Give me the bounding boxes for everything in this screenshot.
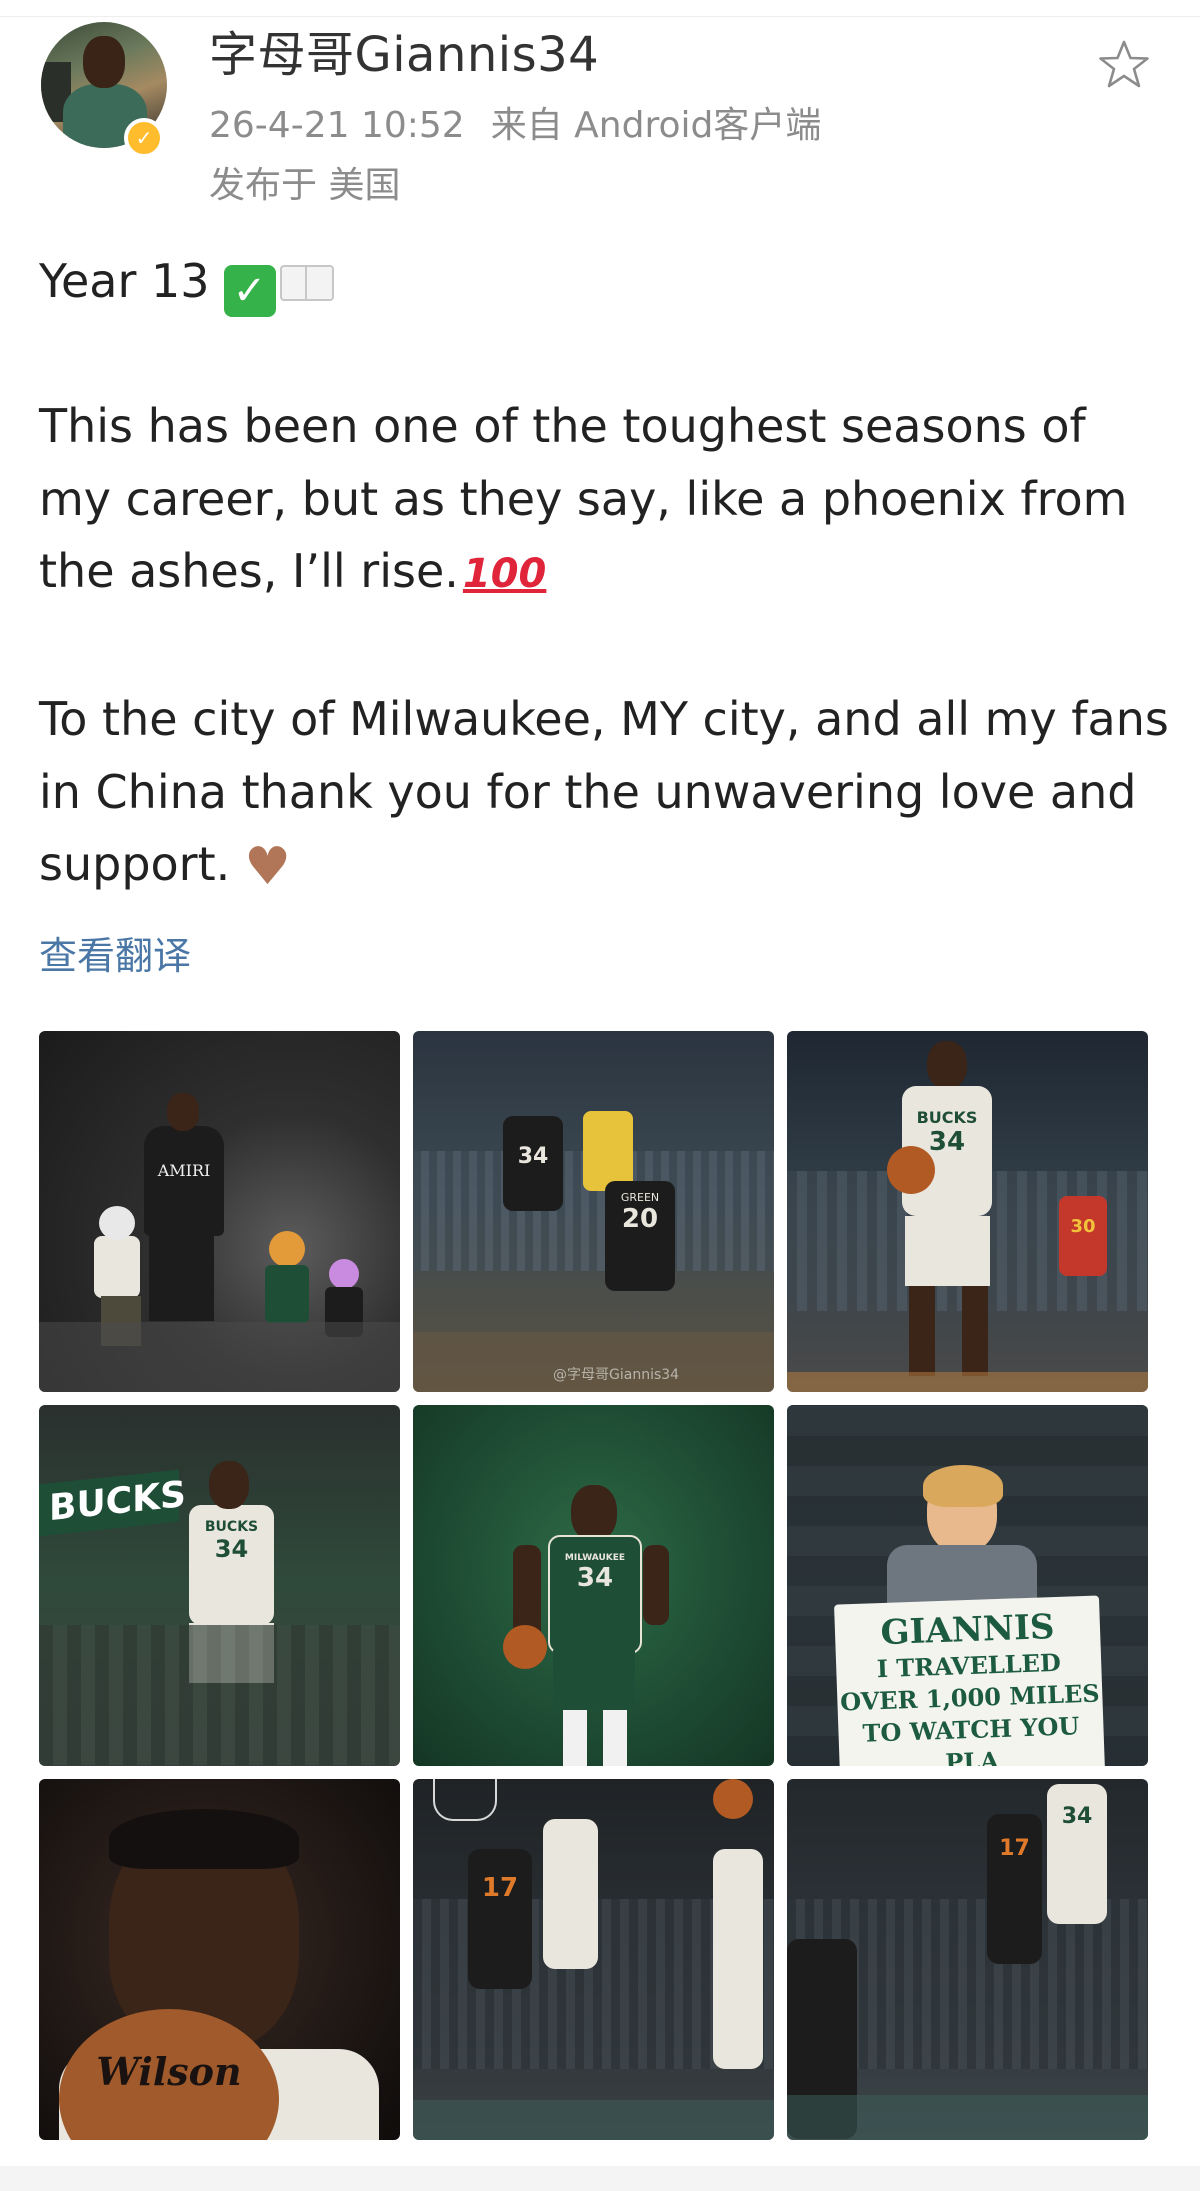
- photo-5[interactable]: MILWAUKEE 34: [413, 1405, 774, 1766]
- photo-2[interactable]: 34 GREEN 20 @字母哥Giannis34: [413, 1031, 774, 1392]
- basketball: [713, 1779, 753, 1819]
- shirt-text: AMIRI: [157, 1161, 211, 1180]
- photo-9[interactable]: 17 34: [787, 1779, 1148, 2140]
- player-figure: 34: [1047, 1784, 1107, 1924]
- author-name[interactable]: 字母哥Giannis34: [209, 26, 599, 84]
- post-meta: 26-4-21 10:52 来自 Android客户端: [209, 102, 821, 150]
- star-outline-icon[interactable]: [1094, 36, 1154, 96]
- photo-8[interactable]: 17: [413, 1779, 774, 2140]
- paragraph-1: Year 13 ✓: [39, 245, 1169, 318]
- opponent-figure: 30: [1059, 1196, 1107, 1276]
- brown-heart-emoji-icon: ♥: [244, 837, 291, 897]
- translate-link[interactable]: 查看翻译: [39, 930, 191, 982]
- image-grid: AMIRI 34 GREEN 20 @字母哥Giannis34 BUCKS 34: [39, 1031, 1149, 2140]
- bottom-divider: [0, 2166, 1200, 2191]
- photo-6[interactable]: GIANNIS I TRAVELLED OVER 1,000 MILES TO …: [787, 1405, 1148, 1766]
- opponent-figure: 17: [987, 1814, 1042, 1964]
- paragraph-3: To the city of Milwaukee, MY city, and a…: [39, 683, 1169, 904]
- post-timestamp: 26-4-21 10:52: [209, 105, 465, 146]
- player-figure: BUCKS 34: [189, 1505, 274, 1625]
- open-book-emoji-icon: [279, 265, 334, 301]
- post-source: 来自 Android客户端: [490, 105, 822, 146]
- post-body: Year 13 ✓ This has been one of the toughe…: [39, 245, 1169, 904]
- photo-1[interactable]: AMIRI: [39, 1031, 400, 1392]
- hundred-points-emoji-icon: 100: [462, 551, 547, 597]
- post-location: 发布于 美国: [209, 165, 401, 206]
- photo-7[interactable]: Wilson: [39, 1779, 400, 2140]
- photo-3[interactable]: BUCKS 34 30: [787, 1031, 1148, 1392]
- banner: BUCKS: [39, 1469, 186, 1537]
- top-divider: [0, 0, 1200, 17]
- basketball: [503, 1625, 547, 1669]
- paragraph-2: This has been one of the toughest season…: [39, 390, 1169, 611]
- child-figure: [94, 1236, 140, 1298]
- watermark: @字母哥Giannis34: [553, 1367, 680, 1383]
- child-figure: [329, 1259, 359, 1289]
- post-header: ✓ 字母哥Giannis34 26-4-21 10:52 来自 Android客户…: [0, 16, 1200, 226]
- verified-badge-icon: ✓: [124, 118, 164, 158]
- crowd: [39, 1625, 400, 1765]
- player-figure: [543, 1819, 598, 1969]
- opponent-figure: [583, 1111, 633, 1191]
- check-mark-emoji-icon: ✓: [223, 265, 276, 317]
- fan-sign: GIANNIS I TRAVELLED OVER 1,000 MILES TO …: [834, 1595, 1105, 1766]
- player-figure: 34: [503, 1116, 563, 1211]
- basketball-hoop: [433, 1779, 497, 1821]
- basketball: [887, 1146, 935, 1194]
- person-figure: AMIRI: [144, 1126, 224, 1236]
- player-figure: GREEN 20: [605, 1181, 675, 1291]
- child-figure: [269, 1231, 305, 1267]
- opponent-figure: 17: [468, 1849, 532, 1989]
- player-figure: MILWAUKEE 34: [548, 1535, 642, 1654]
- photo-4[interactable]: BUCKS BUCKS 34: [39, 1405, 400, 1766]
